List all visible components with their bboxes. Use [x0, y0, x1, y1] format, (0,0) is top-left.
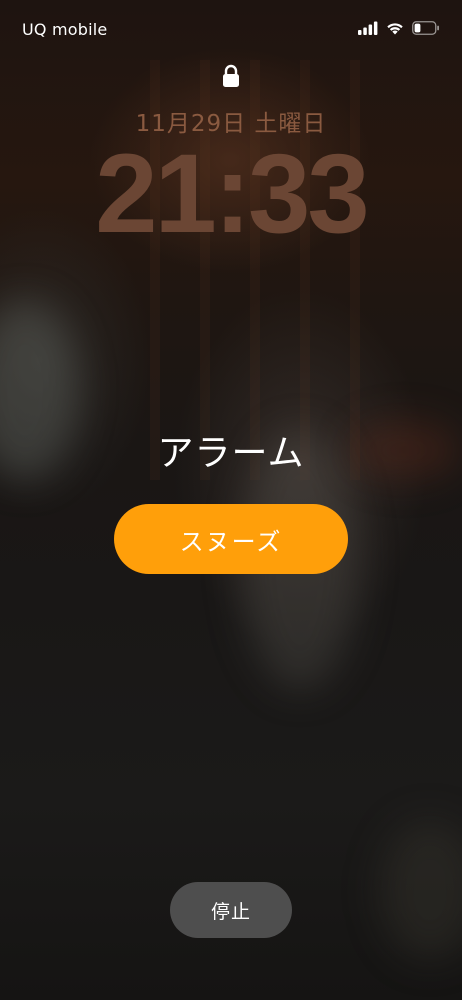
background-blur — [380, 820, 462, 960]
battery-icon — [412, 20, 440, 39]
carrier-name: UQ mobile — [22, 20, 108, 39]
wifi-icon — [386, 20, 404, 39]
stop-button[interactable]: 停止 — [170, 882, 292, 938]
lock-screen: UQ mobile 11月29日 土曜日 21:33 アラーム スヌーズ 停止 — [0, 0, 462, 1000]
lock-screen-time: 21:33 — [95, 131, 369, 256]
cellular-signal-icon — [358, 20, 378, 39]
snooze-button[interactable]: スヌーズ — [114, 504, 348, 574]
alarm-title: アラーム — [157, 433, 305, 474]
lock-icon — [221, 64, 241, 88]
status-icons — [358, 20, 440, 39]
status-bar: UQ mobile — [0, 0, 462, 60]
